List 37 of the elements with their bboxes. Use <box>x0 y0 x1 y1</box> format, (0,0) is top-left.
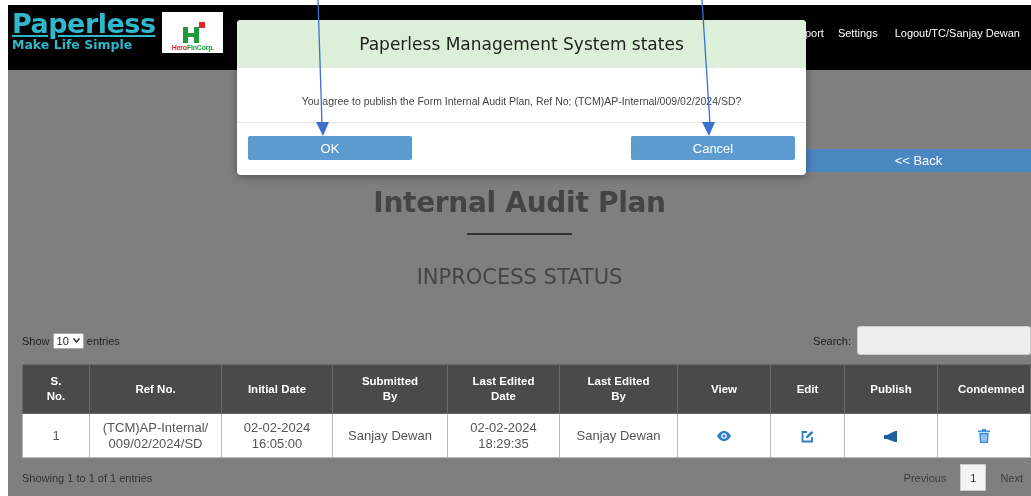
app-logo-title: Paperless <box>12 10 156 38</box>
column-header: S. No. <box>22 364 90 414</box>
column-header: Submitted By <box>332 364 448 414</box>
page-button[interactable]: 1 <box>960 464 987 491</box>
table-cell: 02-02-2024 18:29:35 <box>447 413 560 458</box>
back-button[interactable]: << Back <box>806 149 1031 172</box>
table-cell: 02-02-2024 16:05:00 <box>221 413 333 458</box>
entries-info: Showing 1 to 1 of 1 entries <box>22 471 153 484</box>
table-cell: 1 <box>22 413 90 458</box>
eye-icon[interactable] <box>717 431 731 442</box>
edit-icon[interactable] <box>801 429 814 443</box>
column-header: Last Edited Date <box>447 364 560 414</box>
app-tagline: Make Life Simple <box>12 38 133 51</box>
column-header: Publish <box>844 364 938 414</box>
column-header: Ref No. <box>89 364 222 414</box>
column-header: Edit <box>770 364 845 414</box>
entries-label: entries <box>86 334 120 347</box>
nav-link[interactable]: Settings <box>837 27 878 39</box>
column-header: Last Edited By <box>559 364 678 414</box>
dialog-title: Paperless Management System states <box>237 20 806 68</box>
trash-icon[interactable] <box>978 429 990 444</box>
nav-link[interactable]: Logout/TC/Sanjay Dewan <box>894 27 1020 39</box>
table-cell: (TCM)AP-Internal/009/02/2024/SD <box>89 413 222 458</box>
search-label: Search: <box>813 334 851 347</box>
column-header: View <box>677 364 771 414</box>
chevron-down-icon <box>72 338 80 343</box>
show-label: Show <box>22 334 50 347</box>
page-size-select[interactable]: 10 <box>52 332 84 349</box>
table-cell: Sanjay Dewan <box>332 413 448 458</box>
status-heading: INPROCESS STATUS <box>415 265 624 289</box>
column-header: Condemned <box>937 364 1031 414</box>
column-header: Initial Date <box>221 364 333 414</box>
page-title: Internal Audit Plan <box>372 186 667 219</box>
megaphone-icon[interactable] <box>884 430 898 442</box>
table-cell: Sanjay Dewan <box>559 413 678 458</box>
search-field[interactable] <box>857 326 1031 355</box>
nav-link[interactable]: port <box>804 27 824 39</box>
